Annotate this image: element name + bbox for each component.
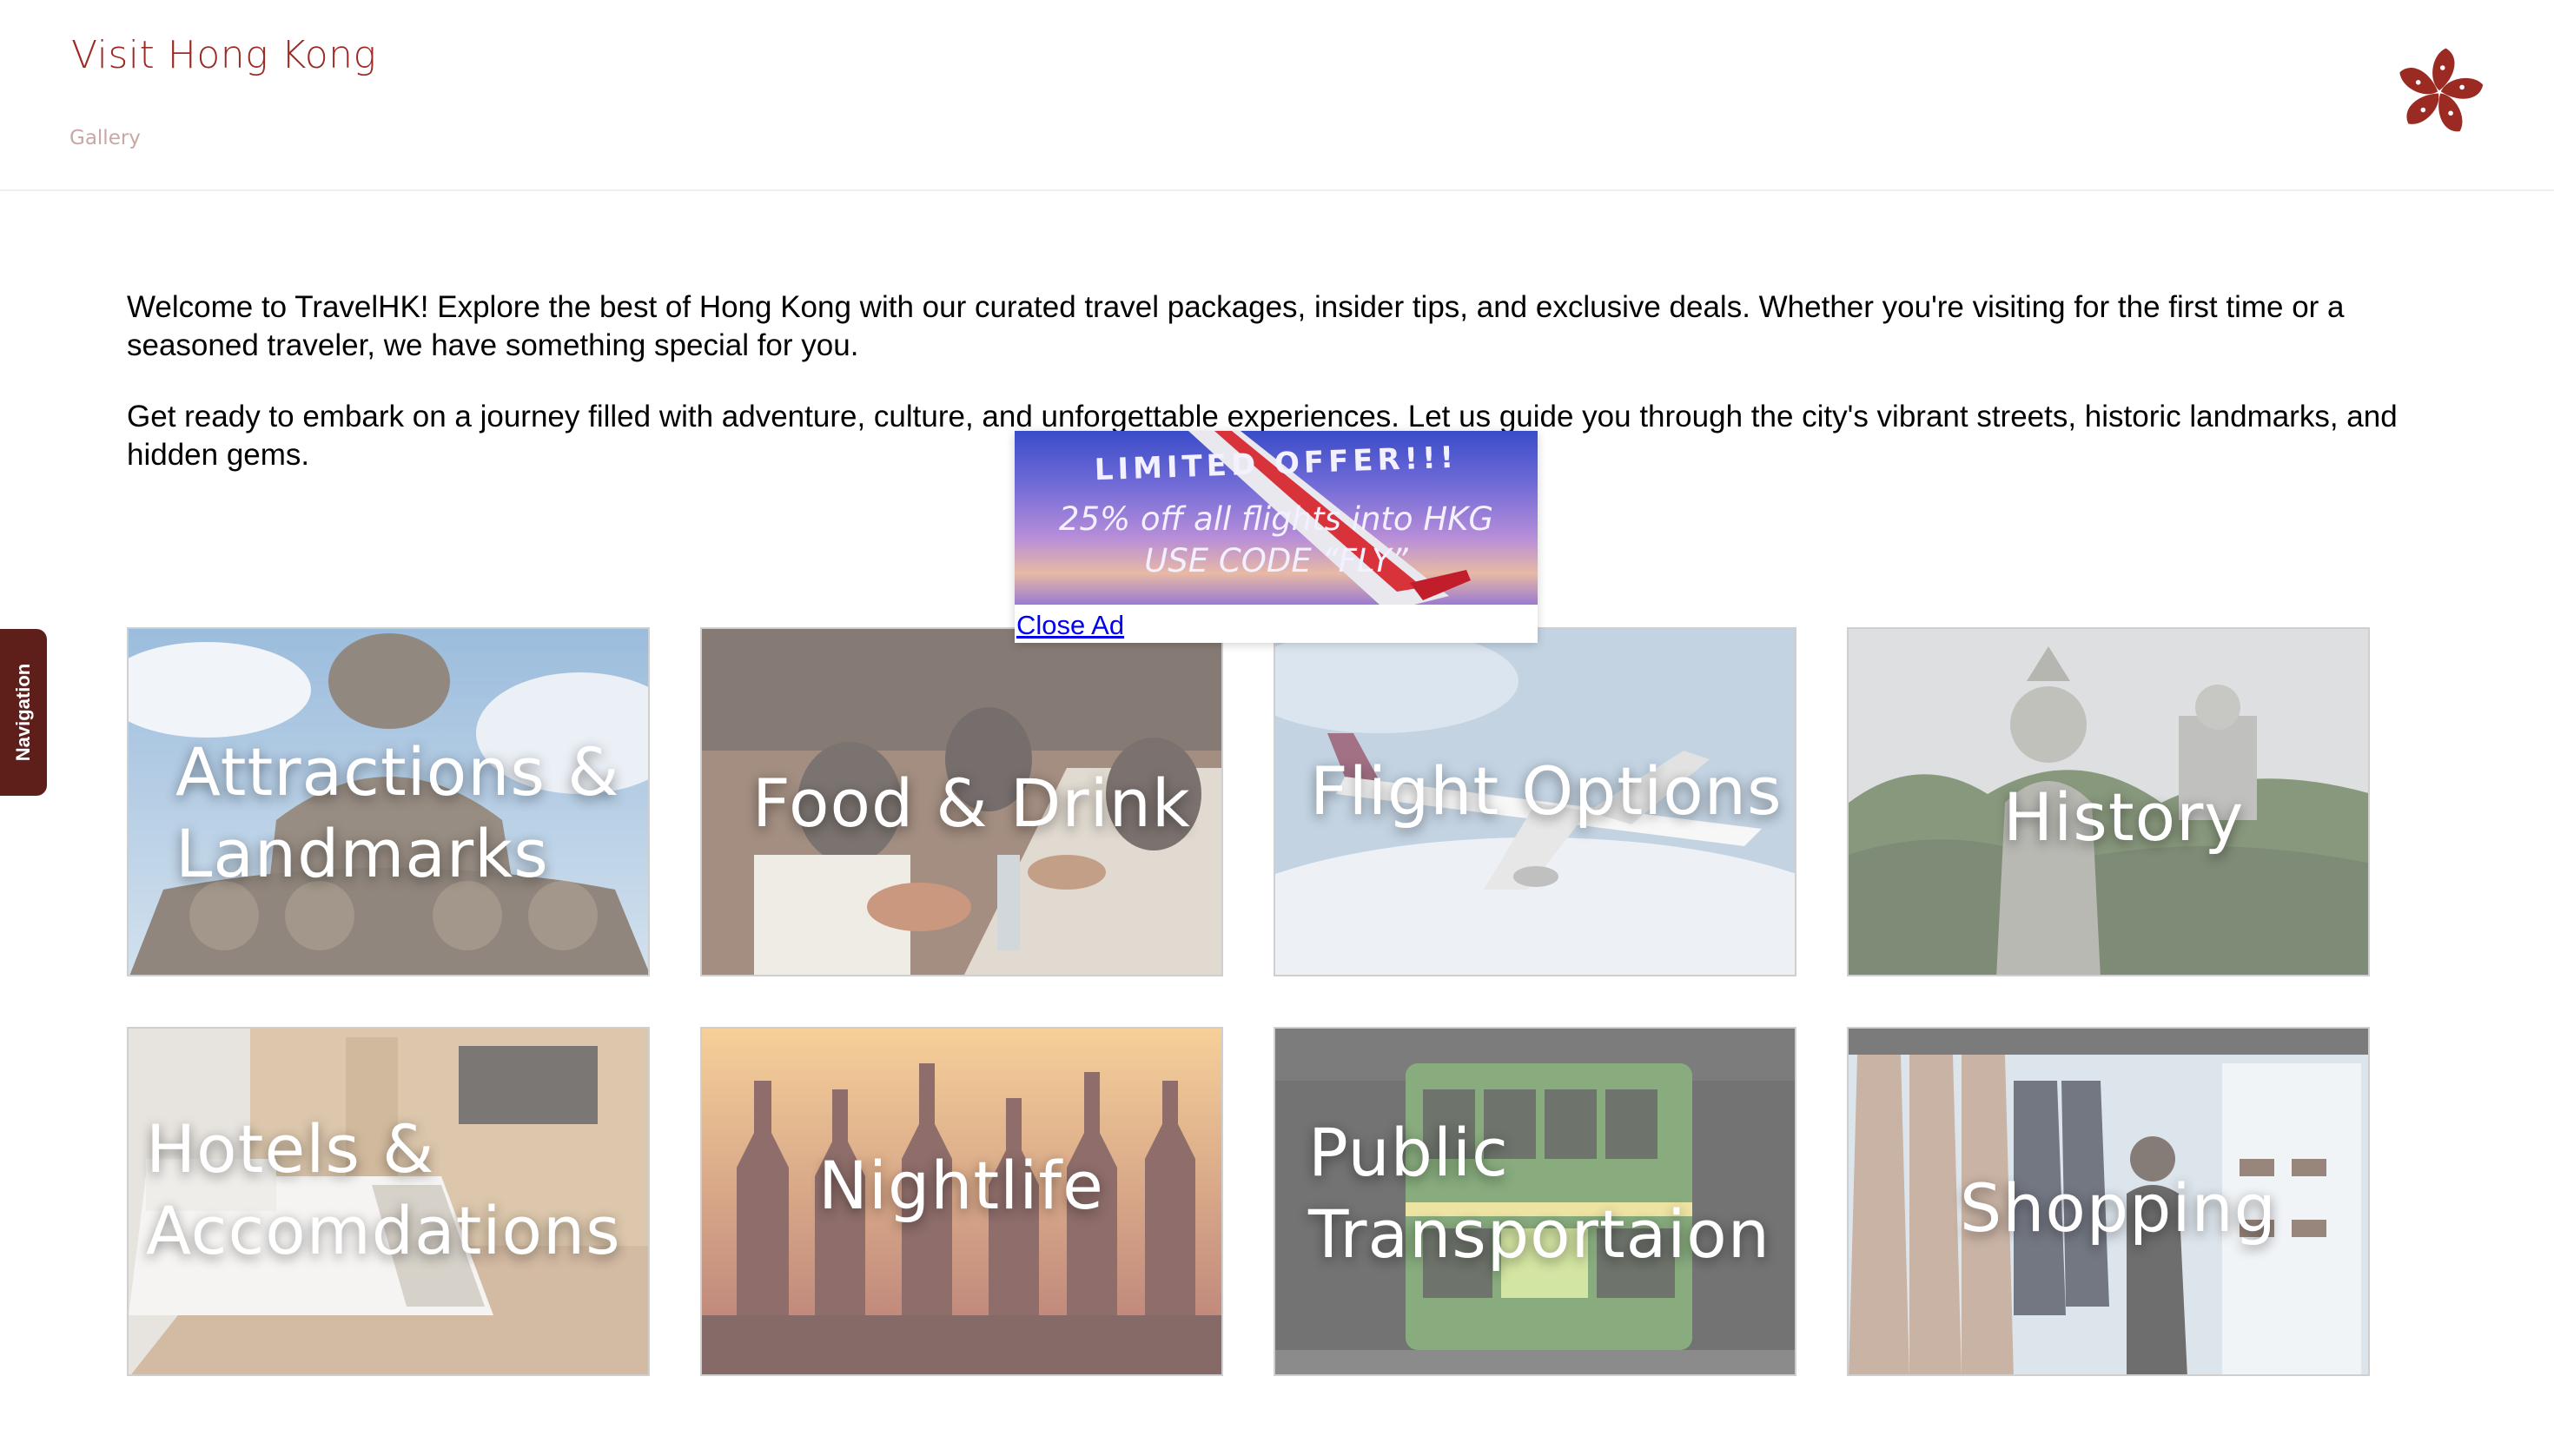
category-label-history: History <box>2003 778 2245 856</box>
category-card-flight-options[interactable]: Flight Options <box>1274 627 1796 976</box>
navigation-tab-label: Navigation <box>12 663 34 762</box>
ad-offer-line: 25% off all flights into HKG <box>1058 500 1494 538</box>
category-card-public-transportation[interactable]: Public Transportaion <box>1274 1027 1796 1376</box>
nav-link-gallery[interactable]: Gallery <box>69 127 141 149</box>
ad-popup: LIMITED OFFER!!! 25% off all flights int… <box>1015 431 1538 643</box>
category-label-attractions: Attractions & Landmarks <box>175 733 620 892</box>
intro-paragraph-1: Welcome to TravelHK! Explore the best of… <box>127 290 2345 362</box>
category-card-nightlife[interactable]: Nightlife <box>700 1027 1223 1376</box>
close-ad-link[interactable]: Close Ad <box>1016 610 1124 641</box>
category-label-nightlife: Nightlife <box>818 1147 1104 1224</box>
bauhinia-flower-icon[interactable] <box>2391 43 2488 141</box>
category-card-shopping[interactable]: Shopping <box>1847 1027 2370 1376</box>
site-title[interactable]: Visit Hong Kong <box>71 33 376 77</box>
site-header: Visit Hong Kong Gallery <box>0 0 2554 191</box>
category-gallery: Attractions & Landmarks Food & Drink Fli… <box>127 627 2373 1380</box>
category-label-public-transportation: Public Transportaion <box>1308 1114 1770 1273</box>
category-card-food-drink[interactable]: Food & Drink <box>700 627 1223 976</box>
category-label-food-drink: Food & Drink <box>752 764 1191 842</box>
category-label-shopping: Shopping <box>1960 1169 2277 1247</box>
category-label-hotels: Hotels & Accomdations <box>146 1110 621 1269</box>
category-card-hotels[interactable]: Hotels & Accomdations <box>127 1027 650 1376</box>
category-card-attractions[interactable]: Attractions & Landmarks <box>127 627 650 976</box>
navigation-side-tab[interactable]: Navigation <box>0 629 47 796</box>
ad-code-line: USE CODE “FLY” <box>1144 542 1408 579</box>
category-card-history[interactable]: History <box>1847 627 2370 976</box>
category-label-flight-options: Flight Options <box>1310 752 1783 830</box>
ad-banner[interactable]: LIMITED OFFER!!! 25% off all flights int… <box>1015 431 1538 605</box>
